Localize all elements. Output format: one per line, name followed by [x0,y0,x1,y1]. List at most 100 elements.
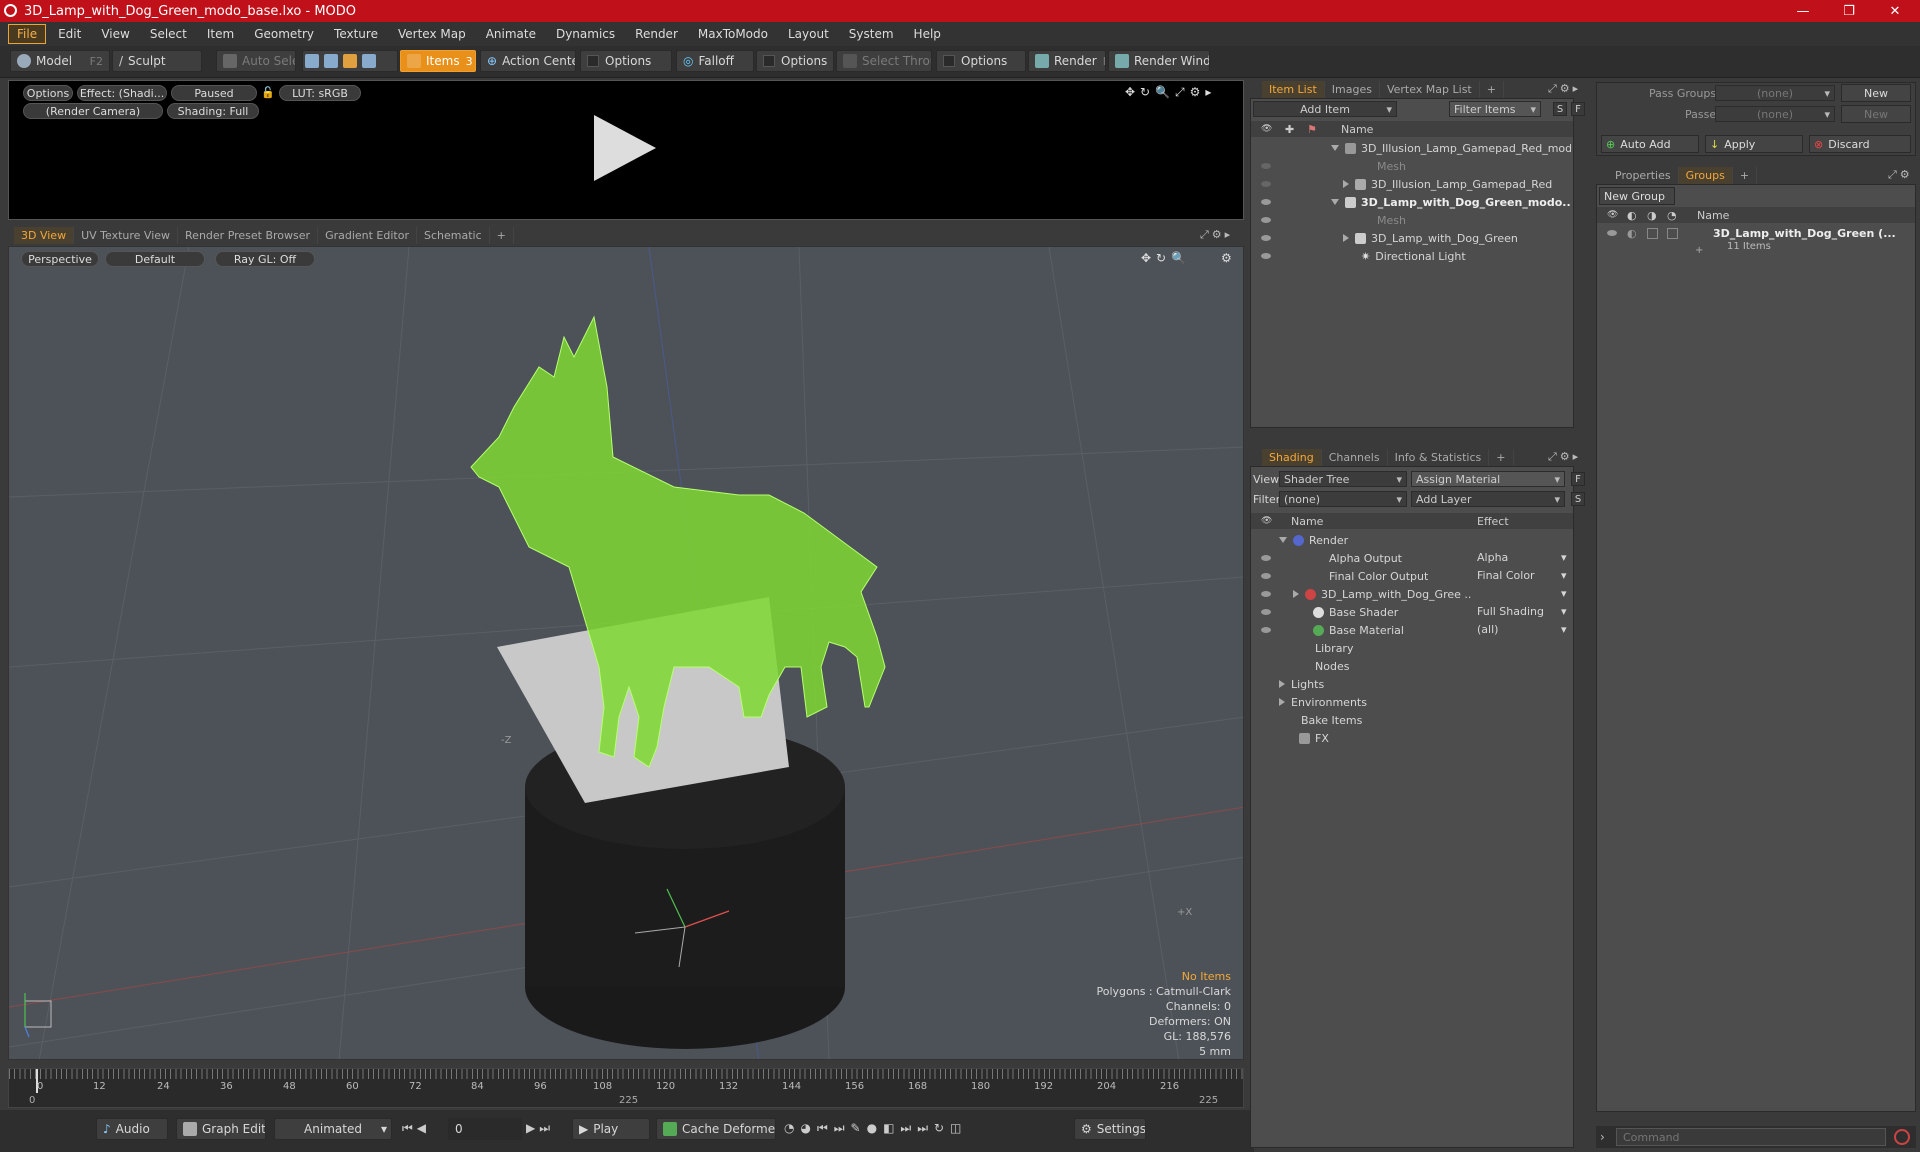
frame-input[interactable]: 0 [448,1118,522,1140]
menu-texture[interactable]: Texture [326,25,386,43]
preview-lut[interactable]: LUT: sRGB [279,85,361,101]
skip-back-icons[interactable]: ⏮◀ [402,1121,430,1136]
shader-row-alpha[interactable]: Alpha Output Alpha ▾ [1251,549,1573,567]
expand-icon[interactable] [1331,145,1339,151]
menu-item[interactable]: Item [199,25,242,43]
record-icon[interactable] [1894,1129,1910,1145]
tab-info-statistics[interactable]: Info & Statistics [1388,449,1490,466]
item-row-1[interactable]: Mesh [1251,157,1571,175]
range-start[interactable]: 0 [29,1095,35,1106]
lock-checkbox[interactable] [1647,227,1658,239]
cache-deformers-button[interactable]: Cache Deformers [656,1118,776,1140]
shader-row-bake-items[interactable]: Bake Items [1251,711,1573,729]
audio-button[interactable]: ♪ Audio [96,1118,168,1140]
new-group-button[interactable]: New Group [1599,187,1675,205]
expand-icon[interactable] [1343,234,1349,242]
preview-shading[interactable]: Shading: Full [167,103,259,119]
shader-row-base-material[interactable]: Base Material (all) ▾ [1251,621,1573,639]
options-checkbox[interactable] [587,55,599,67]
tab-item-list[interactable]: Item List [1262,81,1325,98]
tab-add-item-list[interactable]: + [1480,81,1504,98]
perspective-dropdown[interactable]: Perspective [21,251,99,267]
keyframe-tools-icons[interactable]: ◔◕⏮⏭✎●◧⏭⏭↻◫ [784,1121,967,1136]
restore-icon[interactable]: ❐ [1826,0,1872,22]
menu-file[interactable]: File [8,24,47,44]
item-row-3[interactable]: 3D_Lamp_with_Dog_Green_modo... [1251,193,1571,211]
close-icon[interactable]: ✕ [1872,0,1918,22]
item-row-0[interactable]: 3D_Illusion_Lamp_Gamepad_Red_modo ... [1251,139,1571,157]
preview-camera[interactable]: (Render Camera) [23,103,163,119]
eye-icon[interactable] [1261,627,1271,633]
eye-icon[interactable] [1261,609,1271,615]
minimize-icon[interactable]: — [1780,0,1826,22]
render-button[interactable]: RenderF9 [1028,50,1106,72]
menu-animate[interactable]: Animate [478,25,544,43]
falloff-button[interactable]: ◎ Falloff [676,50,754,72]
chevron-down-icon[interactable]: ▾ [1561,569,1567,582]
tab-uv-texture-view[interactable]: UV Texture View [74,227,179,244]
select-options-button[interactable]: Options [936,50,1026,72]
eye-icon[interactable] [1607,230,1617,236]
viewport-settings-icon[interactable]: ⚙ [1221,251,1232,265]
tab-groups[interactable]: Groups [1678,167,1733,184]
expand-icon[interactable] [1343,180,1349,188]
action-center-button[interactable]: ⊕ Action Center [480,50,576,72]
tab-3d-view[interactable]: 3D View [14,227,75,244]
new-pass-button[interactable]: New [1841,105,1911,123]
expand-icon[interactable] [1279,680,1285,688]
shader-row-render[interactable]: Render [1251,531,1573,549]
shader-row-material-group[interactable]: 3D_Lamp_with_Dog_Gree ... ▾ [1251,585,1573,603]
render-window-button[interactable]: Render Window [1108,50,1210,72]
sculpt-mode-button[interactable]: / Sculpt [112,50,202,72]
menu-layout[interactable]: Layout [780,25,837,43]
filter-items-input[interactable]: Filter Items [1449,101,1541,117]
group-row[interactable]: ◐ 3D_Lamp_with_Dog_Green (... [1597,225,1913,241]
shader-view-dropdown[interactable]: Shader Tree [1279,471,1407,487]
eye-icon[interactable] [1261,253,1271,259]
discard-button[interactable]: ⊗ Discard [1809,135,1911,153]
menu-vertex-map[interactable]: Vertex Map [390,25,474,43]
menu-help[interactable]: Help [906,25,949,43]
shader-row-environments[interactable]: Environments [1251,693,1573,711]
shader-row-nodes[interactable]: Nodes [1251,657,1573,675]
play-preview-icon[interactable] [594,115,656,181]
tab-render-preset-browser[interactable]: Render Preset Browser [178,227,319,244]
tab-images[interactable]: Images [1325,81,1380,98]
shader-effect[interactable]: Full Shading [1477,605,1544,618]
shader-row-library[interactable]: Library [1251,639,1573,657]
shading-f-button[interactable]: F [1571,472,1585,486]
viewport-nav-icons[interactable]: ✥↻🔍 [1141,251,1191,265]
new-pass-group-button[interactable]: New [1841,84,1911,102]
skip-forward-icons[interactable]: ▶⏭ [526,1121,554,1136]
vertices-icon[interactable] [305,54,319,68]
preview-effect[interactable]: Effect: (Shadi... [77,85,167,101]
passes-dropdown[interactable]: (none) [1715,106,1835,122]
menu-maxtomodo[interactable]: MaxToModo [690,25,776,43]
items-mode-button[interactable]: Items 3 [400,50,476,72]
eye-icon[interactable] [1261,555,1271,561]
item-row-6[interactable]: ✷ Directional Light [1251,247,1571,265]
default-style-dropdown[interactable]: Default [105,251,205,267]
pass-groups-dropdown[interactable]: (none) [1715,85,1835,101]
shader-row-fx[interactable]: FX [1251,729,1573,747]
expand-icon[interactable] [1279,537,1287,543]
shader-effect[interactable]: Alpha [1477,551,1508,564]
render-toggle-icon[interactable]: ◐ [1627,227,1637,240]
eye-icon[interactable] [1261,181,1271,187]
animated-dropdown[interactable]: Animated ▾ [274,1118,392,1140]
view-expand-icon[interactable]: ⤢⚙▸ [1200,228,1233,242]
tab-channels[interactable]: Channels [1322,449,1388,466]
item-row-4[interactable]: Mesh [1251,211,1571,229]
item-row-5[interactable]: 3D_Lamp_with_Dog_Green [1251,229,1571,247]
preview-paused[interactable]: Paused [171,85,257,101]
expand-icon[interactable] [1293,590,1299,598]
graph-editor-button[interactable]: Graph Editor [176,1118,266,1140]
shading-expand-icon[interactable]: ⤢⚙▸ [1548,450,1581,464]
raygl-dropdown[interactable]: Ray GL: Off [215,251,315,267]
eye-icon[interactable] [1261,163,1271,169]
shader-row-final-color[interactable]: Final Color Output Final Color ▾ [1251,567,1573,585]
select-options-checkbox[interactable] [943,55,955,67]
groups-expand-icon[interactable]: ⤢⚙ [1888,168,1913,182]
model-mode-button[interactable]: Model F2 [10,50,110,72]
menu-system[interactable]: System [841,25,902,43]
